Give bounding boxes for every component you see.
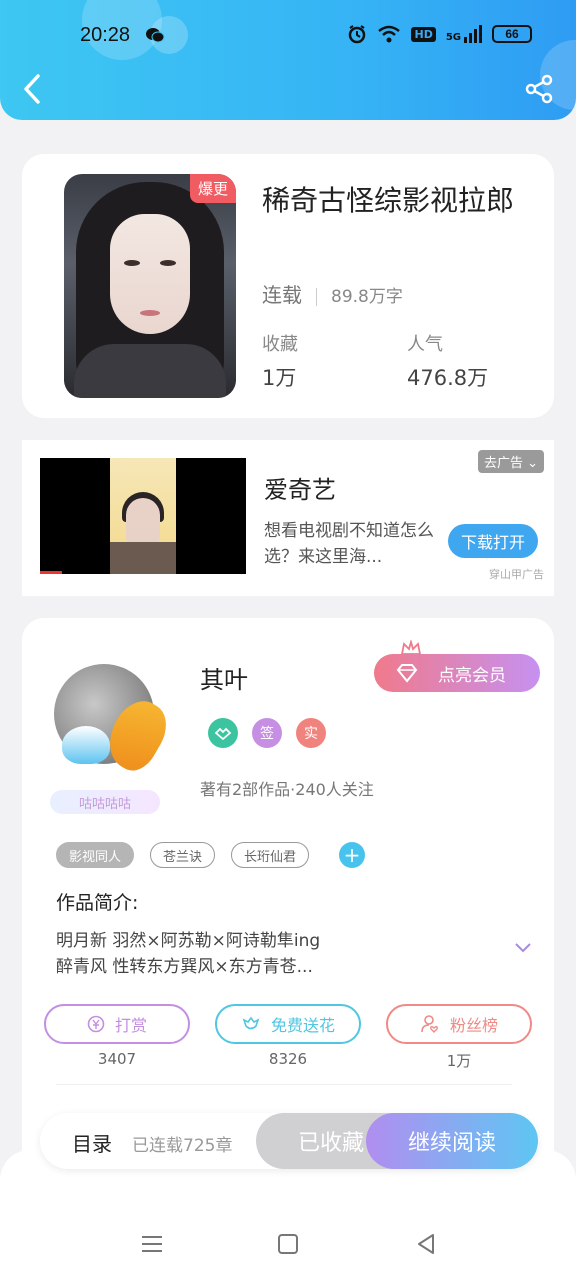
- tag-item[interactable]: 苍兰诀: [150, 842, 216, 868]
- continue-reading-button[interactable]: 继续阅读: [366, 1113, 538, 1169]
- flower-action: 免费送花 8326: [215, 1004, 361, 1071]
- flower-count: 8326: [268, 1050, 308, 1068]
- support-actions: 打赏 3407 免费送花 8326 粉丝榜 1万: [44, 1004, 532, 1071]
- network-type: 5G: [445, 32, 461, 43]
- vip-label: 点亮会员: [438, 665, 506, 686]
- divider: [56, 1084, 512, 1085]
- author-badges: 签 实: [208, 718, 326, 748]
- ad-video[interactable]: [40, 458, 246, 574]
- ad-source: 穿山甲广告: [489, 568, 544, 581]
- alarm-icon: [349, 25, 366, 44]
- fan-ranking-button[interactable]: 粉丝榜: [386, 1004, 532, 1044]
- verified-badge[interactable]: 实: [296, 718, 326, 748]
- chapter-count: 已连载725章: [132, 1136, 233, 1156]
- diamond-icon: [396, 664, 418, 683]
- download-open-button[interactable]: 下载打开: [448, 524, 538, 558]
- favorites-label: 收藏: [262, 334, 298, 355]
- add-tag-button[interactable]: +: [339, 842, 366, 868]
- word-count: 89.8万字: [331, 287, 403, 307]
- book-cover[interactable]: 爆更: [64, 174, 236, 398]
- status-icons: HD 5G 66: [347, 24, 532, 44]
- fans-label: 粉丝榜: [449, 1016, 498, 1035]
- tip-label: 打赏: [114, 1016, 147, 1035]
- top-header: 20:28 HD 5G 66: [0, 0, 576, 120]
- handshake-badge-icon[interactable]: [208, 718, 238, 748]
- hot-update-tag: 爆更: [189, 174, 236, 203]
- fans-count: 1万: [446, 1052, 472, 1070]
- popularity-label: 人气: [407, 334, 443, 355]
- tip-count: 3407: [97, 1050, 137, 1068]
- tag-item[interactable]: 长珩仙君: [231, 842, 310, 868]
- flower-label: 免费送花: [270, 1016, 335, 1035]
- intro-line: 明月新 羽然×阿苏勒×阿诗勒隼ing: [56, 931, 321, 951]
- status-time: 20:28: [80, 24, 131, 46]
- author-meta: 著有2部作品·240人关注: [200, 780, 374, 799]
- wifi-icon: [378, 25, 401, 43]
- share-button[interactable]: [524, 74, 554, 104]
- favorites-value: 1万: [262, 366, 297, 390]
- wave-decoration: [62, 726, 110, 764]
- remove-ad-button[interactable]: 去广告 ⌄: [477, 450, 544, 473]
- book-title: 稀奇古怪综影视拉郎: [262, 184, 515, 217]
- send-flower-button[interactable]: 免费送花: [215, 1004, 361, 1044]
- bottom-panel: [0, 1150, 576, 1280]
- tip-button[interactable]: 打赏: [44, 1004, 190, 1044]
- divider: [316, 287, 317, 306]
- author-avatar-frame[interactable]: [52, 662, 192, 782]
- serial-status: 连载: [262, 283, 302, 307]
- wechat-icon: [146, 28, 165, 43]
- signed-badge[interactable]: 签: [252, 718, 282, 748]
- vip-button[interactable]: 点亮会员: [374, 654, 540, 692]
- chevron-down-icon[interactable]: [514, 942, 532, 954]
- reading-bar: 目录 已连载725章 已收藏 继续阅读: [40, 1113, 538, 1169]
- back-button[interactable]: [18, 72, 48, 106]
- author-name[interactable]: 其叶: [200, 660, 248, 695]
- intro-line: 醉青风 性转东方巽风×东方青苍...: [56, 957, 313, 977]
- hd-icon: HD: [411, 26, 436, 42]
- intro-title: 作品简介:: [56, 892, 139, 914]
- book-info-card: 爆更 稀奇古怪综影视拉郎 连载 89.8万字 收藏 1万 人气 476.8万: [22, 154, 554, 418]
- fans-action: 粉丝榜 1万: [386, 1004, 532, 1071]
- back-nav-icon[interactable]: [414, 1232, 438, 1256]
- chevron-down-icon: ⌄: [527, 456, 538, 471]
- tip-action: 打赏 3407: [44, 1004, 190, 1071]
- flower-icon: [242, 1016, 260, 1030]
- ad-title: 爱奇艺: [264, 476, 336, 504]
- catalog-button[interactable]: 目录: [72, 1128, 112, 1157]
- intro-text[interactable]: 明月新 羽然×阿苏勒×阿诗勒隼ing 醉青风 性转东方巽风×东方青苍...: [56, 928, 496, 980]
- book-status-row: 连载 89.8万字: [262, 279, 403, 308]
- battery-indicator: 66: [492, 25, 532, 43]
- popularity-value: 476.8万: [407, 366, 489, 390]
- author-badge: 咕咕咕咕: [50, 790, 160, 814]
- menu-nav-icon[interactable]: [140, 1232, 164, 1256]
- signal-icon: 5G: [446, 25, 482, 43]
- tag-list: 影视同人 苍兰诀 长珩仙君 +: [56, 842, 366, 868]
- tag-item[interactable]: 影视同人: [56, 842, 135, 868]
- fan-icon: [421, 1015, 439, 1033]
- ad-banner[interactable]: 爱奇艺 想看电视剧不知道怎么选？来这里海... 去广告 ⌄ 下载打开 穿山甲广告: [22, 440, 554, 596]
- author-card: 咕咕咕咕 其叶 点亮会员 签 实 著有2部作品·240人关注 影视同人 苍兰诀 …: [22, 618, 554, 1178]
- home-nav-icon[interactable]: [276, 1232, 300, 1256]
- coin-icon: [87, 1015, 105, 1033]
- remove-ad-label: 去广告: [483, 456, 523, 471]
- ad-description: 想看电视剧不知道怎么选？来这里海...: [264, 521, 434, 567]
